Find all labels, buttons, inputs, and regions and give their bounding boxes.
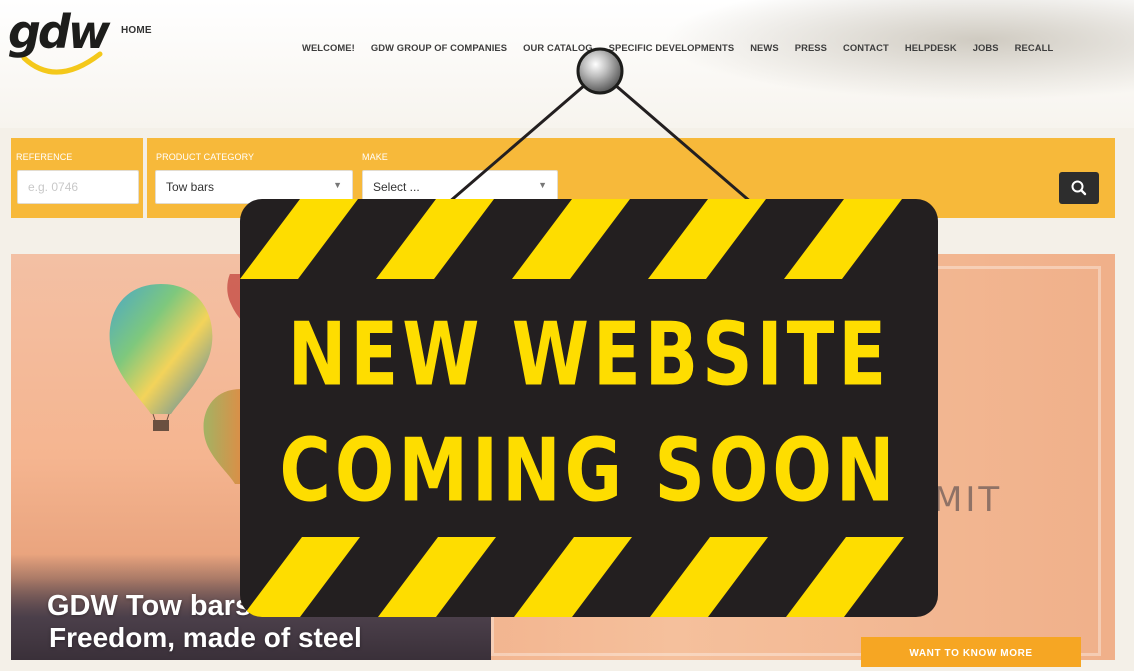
- category-selected-value: Tow bars: [166, 180, 215, 194]
- hazard-stripes-bottom: [242, 537, 904, 617]
- reference-placeholder: e.g. 0746: [28, 180, 79, 194]
- nav-item-specific-developments[interactable]: SPECIFIC DEVELOPMENTS: [609, 42, 735, 56]
- home-link[interactable]: HOME: [121, 25, 152, 36]
- sign-headline-line1: NEW WEBSITE: [287, 303, 891, 406]
- category-label: PRODUCT CATEGORY: [156, 152, 255, 162]
- hazard-stripes-top: [240, 199, 902, 279]
- make-selected-value: Select ...: [373, 180, 420, 194]
- chevron-down-icon: ▼: [538, 180, 547, 190]
- main-nav: WELCOME! GDW GROUP OF COMPANIES OUR CATA…: [302, 42, 1053, 56]
- hero-background-text: MIT: [933, 480, 1003, 520]
- nav-item-contact[interactable]: CONTACT: [843, 42, 889, 56]
- nav-item-welcome[interactable]: WELCOME!: [302, 42, 355, 56]
- make-label: MAKE: [362, 152, 388, 162]
- want-to-know-more-button[interactable]: WANT TO KNOW MORE: [861, 637, 1081, 667]
- sign-headline-line2: COMING SOON: [279, 419, 899, 522]
- nav-item-jobs[interactable]: JOBS: [973, 42, 999, 56]
- hero-title: GDW Tow bars: [47, 590, 252, 622]
- nav-item-news[interactable]: NEWS: [750, 42, 779, 56]
- coming-soon-sign: NEW WEBSITE COMING SOON: [240, 199, 938, 617]
- search-icon: [1071, 180, 1087, 196]
- hero-subtitle: Freedom, made of steel: [49, 622, 362, 653]
- reference-input[interactable]: e.g. 0746: [17, 170, 139, 204]
- nav-item-group-of-companies[interactable]: GDW GROUP OF COMPANIES: [371, 42, 507, 56]
- reference-field-group: REFERENCE e.g. 0746: [11, 138, 148, 218]
- site-header: gdw HOME WELCOME! GDW GROUP OF COMPANIES…: [0, 0, 1134, 128]
- nav-item-press[interactable]: PRESS: [795, 42, 827, 56]
- chevron-down-icon: ▼: [333, 180, 342, 190]
- svg-text:gdw: gdw: [8, 5, 111, 59]
- search-button[interactable]: [1059, 172, 1099, 204]
- reference-label: REFERENCE: [16, 152, 73, 162]
- gdw-logo[interactable]: gdw: [6, 2, 118, 78]
- nav-item-helpdesk[interactable]: HELPDESK: [905, 42, 957, 56]
- pushpin-icon: [576, 47, 624, 95]
- nav-item-recall[interactable]: RECALL: [1015, 42, 1054, 56]
